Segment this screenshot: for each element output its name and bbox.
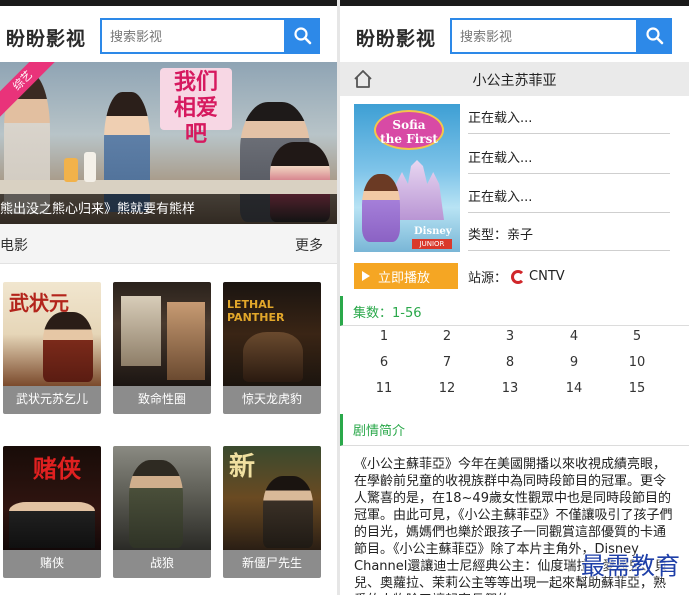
movie-title: 赌侠 [39, 556, 64, 570]
movie-title: 惊天龙虎豹 [241, 392, 302, 406]
movie-title: 新僵尸先生 [241, 556, 302, 570]
poster-figure [243, 332, 303, 382]
detail-title-bar: 小公主苏菲亚 [340, 62, 689, 96]
synopsis-title: 剧情简介 [353, 424, 406, 439]
movie-title: 战狼 [149, 556, 174, 570]
search-input[interactable] [110, 27, 280, 47]
search-input[interactable] [460, 27, 630, 47]
info-loading: 正在载入... [468, 190, 533, 205]
banner-table [0, 180, 337, 194]
app-logo: 盼盼影视 [6, 28, 87, 50]
search-button[interactable] [638, 18, 672, 54]
poster-figure [263, 476, 313, 548]
app-logo: 盼盼影视 [356, 28, 437, 50]
movie-title: 武状元苏乞儿 [15, 392, 88, 406]
poster-logo: 新 [229, 452, 256, 482]
episode-button[interactable]: 7 [417, 355, 477, 370]
banner-caption: 熊出没之熊心归来》熊就要有熊样 [0, 202, 196, 217]
banner-cup [64, 158, 78, 182]
episode-button[interactable]: 8 [480, 355, 540, 370]
episode-button[interactable]: 4 [544, 329, 604, 344]
movie-section-header: 电影 更多 [0, 224, 337, 264]
poster-logo: LETHAL PANTHER [227, 298, 285, 324]
more-link[interactable]: 更多 [295, 235, 323, 255]
app-header: 盼盼影视 [340, 6, 689, 62]
episode-button[interactable]: 1 [354, 329, 414, 344]
play-label: 立即播放 [378, 270, 431, 286]
cntv-icon [511, 269, 526, 284]
episodes-title: 集数：1-56 [353, 306, 422, 321]
poster-logo: 赌侠 [33, 454, 81, 483]
episode-button[interactable]: 15 [607, 381, 667, 396]
movie-card[interactable]: 战狼 [113, 446, 211, 578]
episodes-header: 集数：1-56 [340, 296, 689, 326]
detail-screen: 盼盼影视 小公主苏菲亚 Sofia the First Disney JUNIO… [340, 0, 689, 595]
episode-button[interactable]: 13 [480, 381, 540, 396]
poster-logo: 武状元 [9, 291, 69, 315]
search-field[interactable] [450, 18, 638, 54]
synopsis-header: 剧情简介 [340, 414, 689, 446]
show-cover: Sofia the First Disney JUNIOR [354, 104, 460, 252]
poster-figure [167, 302, 205, 380]
movie-card[interactable]: LETHAL PANTHER 惊天龙虎豹 [223, 282, 321, 414]
search-icon [646, 27, 664, 45]
episode-button[interactable]: 14 [544, 381, 604, 396]
app-header: 盼盼影视 [0, 6, 337, 62]
cover-brand: Disney [414, 226, 452, 237]
info-row: 类型：亲子 [468, 217, 670, 251]
poster-figure [121, 296, 161, 366]
episode-button[interactable]: 9 [544, 355, 604, 370]
info-genre: 类型：亲子 [468, 228, 534, 243]
cover-character [362, 174, 400, 242]
poster-figure [9, 502, 95, 548]
episode-button[interactable]: 12 [417, 381, 477, 396]
episode-button[interactable]: 5 [607, 329, 667, 344]
banner-cup [84, 152, 96, 182]
search-button[interactable] [286, 18, 320, 54]
cover-logo-text: Sofia the First [380, 118, 438, 146]
episode-button[interactable]: 3 [480, 329, 540, 344]
featured-banner[interactable]: 我们相爱吧 综艺 熊出没之熊心归来》熊就要有熊样 [0, 62, 337, 224]
page-title: 小公主苏菲亚 [472, 73, 557, 89]
watermark: 最需教育 [581, 552, 681, 580]
movie-card[interactable]: 赌侠 赌侠 [3, 446, 101, 578]
info-row: 正在载入... [468, 179, 670, 213]
episode-button[interactable]: 6 [354, 355, 414, 370]
episode-button[interactable]: 2 [417, 329, 477, 344]
poster-figure [129, 460, 183, 548]
cover-badge: JUNIOR [412, 239, 452, 249]
poster-figure [43, 312, 93, 382]
section-title: 电影 [0, 238, 28, 254]
source-label: 站源： [468, 271, 508, 286]
movie-card[interactable]: 武状元 武状元苏乞儿 [3, 282, 101, 414]
movie-title: 致命性圈 [137, 392, 186, 406]
info-loading: 正在载入... [468, 151, 533, 166]
movie-card[interactable]: 致命性圈 [113, 282, 211, 414]
play-icon [362, 271, 370, 281]
episode-button[interactable]: 11 [354, 381, 414, 396]
search-icon [294, 27, 312, 45]
info-row: 正在载入... [468, 100, 670, 134]
home-screen: 盼盼影视 我们相爱吧 综艺 熊出没之熊心归来》熊就要有熊样 电影 更多 武状 [0, 0, 337, 595]
source-selector[interactable]: 站源： CNTV [468, 267, 565, 286]
banner-sign-text: 我们相爱吧 [173, 70, 218, 147]
movie-card[interactable]: 新 新僵尸先生 [223, 446, 321, 578]
search-field[interactable] [100, 18, 286, 54]
source-name: CNTV [529, 269, 565, 284]
info-row: 正在载入... [468, 140, 670, 174]
play-now-button[interactable]: 立即播放 [354, 263, 458, 289]
episodes-fade [340, 400, 689, 414]
episode-button[interactable]: 10 [607, 355, 667, 370]
info-loading: 正在载入... [468, 111, 533, 126]
